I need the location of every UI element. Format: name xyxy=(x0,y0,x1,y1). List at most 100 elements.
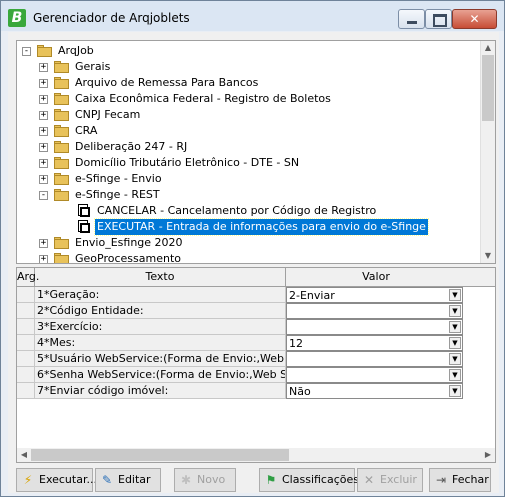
table-row[interactable]: 3*Exercício: ▼ xyxy=(17,319,495,335)
grid-horizontal-scrollbar[interactable]: ◀ ▶ xyxy=(17,448,495,462)
editar-label: Editar xyxy=(118,473,151,486)
expand-toggle-icon[interactable]: + xyxy=(39,175,48,184)
dropdown-arrow-icon[interactable]: ▼ xyxy=(449,337,461,349)
expand-toggle-icon[interactable]: + xyxy=(39,255,48,263)
row-valor-select[interactable]: 12 ▼ xyxy=(286,335,463,351)
script-document-icon xyxy=(77,204,91,218)
tree-folder-label: Deliberação 247 - RJ xyxy=(75,140,188,153)
table-row[interactable]: 7*Enviar código imóvel: Não ▼ xyxy=(17,383,495,399)
expand-toggle-icon[interactable]: + xyxy=(39,63,48,72)
dropdown-arrow-icon[interactable]: ▼ xyxy=(449,369,461,381)
tree-leaf-node[interactable]: CANCELAR - Cancelamento por Código de Re… xyxy=(17,203,483,219)
column-header-texto[interactable]: Texto xyxy=(35,268,286,286)
excluir-label: Excluir xyxy=(380,473,417,486)
dropdown-arrow-icon[interactable]: ▼ xyxy=(449,305,461,317)
row-arg-cell xyxy=(17,335,35,351)
executar-button[interactable]: ⚡ Executar... xyxy=(16,468,97,492)
editar-button[interactable]: ✎ Editar xyxy=(95,468,161,492)
tree-root-node[interactable]: - ArqJob xyxy=(20,43,220,59)
tree-folder-node[interactable]: + CRA xyxy=(17,123,483,139)
tree-folder-node[interactable]: + Caixa Econômica Federal - Registro de B… xyxy=(17,91,483,107)
tree-folder-label: Gerais xyxy=(75,60,111,73)
column-header-valor[interactable]: Valor xyxy=(286,268,466,286)
table-row[interactable]: 5*Usuário WebService:(Forma de Envio:,We… xyxy=(17,351,495,367)
tree-folder-node[interactable]: + Domicílio Tributário Eletrônico - DTE -… xyxy=(17,155,483,171)
table-row[interactable]: 1*Geração: 2-Enviar ▼ xyxy=(17,287,495,303)
folder-icon xyxy=(54,77,70,89)
tree-folder-node[interactable]: + e-Sfinge - Envio xyxy=(17,171,483,187)
row-arg-cell xyxy=(17,367,35,383)
row-valor-select[interactable]: 2-Enviar ▼ xyxy=(286,287,463,303)
script-document-icon xyxy=(77,220,91,234)
row-valor-select[interactable]: ▼ xyxy=(286,319,463,335)
row-arg-cell xyxy=(17,319,35,335)
close-button[interactable]: ✕ xyxy=(452,9,497,29)
collapse-toggle-icon[interactable]: - xyxy=(39,191,48,200)
dropdown-arrow-icon[interactable]: ▼ xyxy=(449,289,461,301)
tree-folder-label: GeoProcessamento xyxy=(75,252,181,263)
scroll-left-icon[interactable]: ◀ xyxy=(17,448,31,462)
tree-folder-node[interactable]: + Gerais xyxy=(17,59,483,75)
collapse-toggle-icon[interactable]: - xyxy=(22,47,31,56)
maximize-button[interactable] xyxy=(425,9,452,29)
table-row[interactable]: 2*Código Entidade: ▼ xyxy=(17,303,495,319)
scroll-up-icon[interactable]: ▲ xyxy=(481,41,495,55)
folder-icon xyxy=(54,141,70,153)
expand-toggle-icon[interactable]: + xyxy=(39,239,48,248)
tree-folder-node[interactable]: + GeoProcessamento xyxy=(17,251,483,263)
column-header-arg[interactable]: Arg. xyxy=(17,268,39,286)
folder-icon xyxy=(54,253,70,263)
classification-icon: ⚑ xyxy=(265,473,277,487)
dropdown-arrow-icon[interactable]: ▼ xyxy=(449,353,461,365)
row-arg-cell xyxy=(17,383,35,399)
row-valor-value: 2-Enviar xyxy=(289,289,335,302)
row-texto-cell: 7*Enviar código imóvel: xyxy=(35,383,286,399)
arqjob-tree[interactable]: - ArqJob + Gerais + Arquivo de Remessa Para… xyxy=(16,40,496,264)
row-valor-select[interactable]: ▼ xyxy=(286,303,463,319)
fechar-label: Fechar xyxy=(452,473,489,486)
dropdown-arrow-icon[interactable]: ▼ xyxy=(449,321,461,333)
scroll-thumb[interactable] xyxy=(482,55,494,121)
parameters-grid[interactable]: Arg. Texto Valor 1*Geração: 2-Enviar ▼ 2*Có… xyxy=(16,267,496,463)
expand-toggle-icon[interactable]: + xyxy=(39,159,48,168)
tree-leaf-label: EXECUTAR - Entrada de informações para e… xyxy=(94,218,429,236)
tree-leaf-node[interactable]: EXECUTAR - Entrada de informações para e… xyxy=(17,218,483,236)
tree-folder-node[interactable]: - e-Sfinge - REST xyxy=(17,187,483,203)
tree-folder-node[interactable]: + Envio_Esfinge 2020 xyxy=(17,235,483,251)
folder-open-icon xyxy=(37,45,53,57)
row-valor-select[interactable]: Não ▼ xyxy=(286,383,463,399)
tree-folder-node[interactable]: + Arquivo de Remessa Para Bancos xyxy=(17,75,483,91)
exit-door-icon: ⇥ xyxy=(435,473,447,487)
scroll-down-icon[interactable]: ▼ xyxy=(481,249,495,263)
table-row[interactable]: 4*Mes: 12 ▼ xyxy=(17,335,495,351)
expand-toggle-icon[interactable]: + xyxy=(39,79,48,88)
window-title: Gerenciador de Arqjoblets xyxy=(33,11,190,25)
tree-folder-node[interactable]: + Deliberação 247 - RJ xyxy=(17,139,483,155)
app-logo-icon: B xyxy=(8,9,26,27)
scroll-thumb[interactable] xyxy=(31,449,289,461)
expand-toggle-icon[interactable]: + xyxy=(39,127,48,136)
novo-button[interactable]: ✱ Novo xyxy=(174,468,236,492)
folder-icon xyxy=(54,173,70,185)
row-texto-cell: 1*Geração: xyxy=(35,287,286,303)
minimize-button[interactable] xyxy=(398,9,425,29)
title-bar[interactable]: B Gerenciador de Arqjoblets ✕ xyxy=(1,1,504,31)
expand-toggle-icon[interactable]: + xyxy=(39,111,48,120)
tree-folder-node[interactable]: + CNPJ Fecam xyxy=(17,107,483,123)
tree-folder-label: CRA xyxy=(75,124,98,137)
row-valor-select[interactable]: ▼ xyxy=(286,351,463,367)
fechar-button[interactable]: ⇥ Fechar xyxy=(429,468,491,492)
row-valor-value: 12 xyxy=(289,337,303,350)
expand-toggle-icon[interactable]: + xyxy=(39,143,48,152)
row-texto-cell: 3*Exercício: xyxy=(35,319,286,335)
row-arg-cell xyxy=(17,351,35,367)
tree-vertical-scrollbar[interactable]: ▲ ▼ xyxy=(480,41,495,263)
row-valor-select[interactable]: ▼ xyxy=(286,367,463,383)
folder-icon xyxy=(54,61,70,73)
dropdown-arrow-icon[interactable]: ▼ xyxy=(449,385,461,397)
table-row[interactable]: 6*Senha WebService:(Forma de Envio:,Web … xyxy=(17,367,495,383)
classificacoes-button[interactable]: ⚑ Classificações xyxy=(259,468,359,492)
excluir-button[interactable]: ✕ Excluir xyxy=(357,468,423,492)
expand-toggle-icon[interactable]: + xyxy=(39,95,48,104)
scroll-right-icon[interactable]: ▶ xyxy=(481,448,495,462)
